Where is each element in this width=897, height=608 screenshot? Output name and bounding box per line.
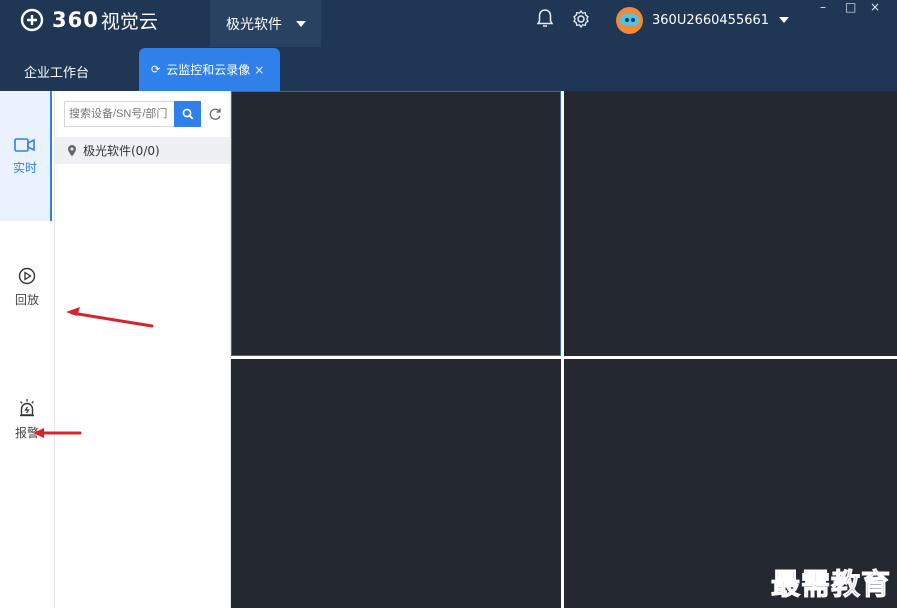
nav-item-live[interactable]: 实时 [0, 91, 52, 221]
nav-item-label: 回放 [14, 293, 39, 307]
org-name: 极光软件 [226, 16, 282, 33]
maximize-button[interactable]: □ [845, 0, 856, 14]
tab-cloud-monitor[interactable]: ⟳ 云监控和云录像 × [139, 48, 280, 91]
watermark: 最需教育 [770, 567, 892, 602]
video-cell-1[interactable] [231, 91, 561, 356]
search-input[interactable] [64, 101, 174, 127]
tab-cloud-monitor-label: 云监控和云录像 [166, 63, 251, 77]
video-cell-3[interactable] [231, 359, 561, 608]
bell-icon[interactable] [535, 8, 555, 30]
refresh-icon: ⟳ [151, 63, 161, 76]
plus-circle-icon [20, 8, 44, 32]
chevron-down-icon [779, 17, 790, 23]
video-grid [231, 91, 897, 608]
org-selector[interactable]: 极光软件 [210, 0, 321, 47]
username: 360U2660455661 [652, 12, 770, 28]
camera-icon [14, 138, 35, 152]
annotation-arrow-playback [66, 307, 154, 328]
play-circle-icon [18, 267, 36, 285]
location-pin-icon [68, 145, 76, 157]
tab-bar: 企业工作台 ⟳ 云监控和云录像 × [0, 48, 897, 91]
search-button[interactable] [174, 101, 201, 127]
logo-text: 360 [52, 8, 99, 32]
alarm-icon [20, 399, 34, 417]
nav-item-label: 实时 [12, 161, 37, 175]
chevron-down-icon [296, 20, 306, 27]
nav-item-playback[interactable]: 回放 [0, 267, 54, 308]
annotation-arrow-alarm [33, 428, 82, 438]
app-logo: 360 视觉云 [20, 8, 158, 33]
side-nav: 实时 回放 报警 [0, 91, 55, 608]
tab-enterprise-workbench[interactable]: 企业工作台 [24, 62, 89, 81]
title-bar: 360 视觉云 极光软件 360U2660455661 – □ × [0, 0, 897, 48]
device-panel: 极光软件(0/0) [55, 91, 231, 608]
close-tab-icon[interactable]: × [254, 63, 264, 77]
close-window-button[interactable]: × [870, 0, 880, 14]
refresh-icon[interactable] [207, 106, 223, 122]
search-icon [182, 108, 193, 120]
tree-root-node[interactable]: 极光软件(0/0) [55, 137, 230, 164]
logo-subtext: 视觉云 [100, 10, 158, 33]
video-cell-2[interactable] [564, 91, 897, 356]
avatar [616, 6, 643, 34]
tree-root-label: 极光软件(0/0) [83, 144, 160, 158]
gear-icon[interactable] [571, 8, 591, 30]
user-menu[interactable]: 360U2660455661 [616, 6, 790, 34]
minimize-button[interactable]: – [820, 0, 826, 14]
